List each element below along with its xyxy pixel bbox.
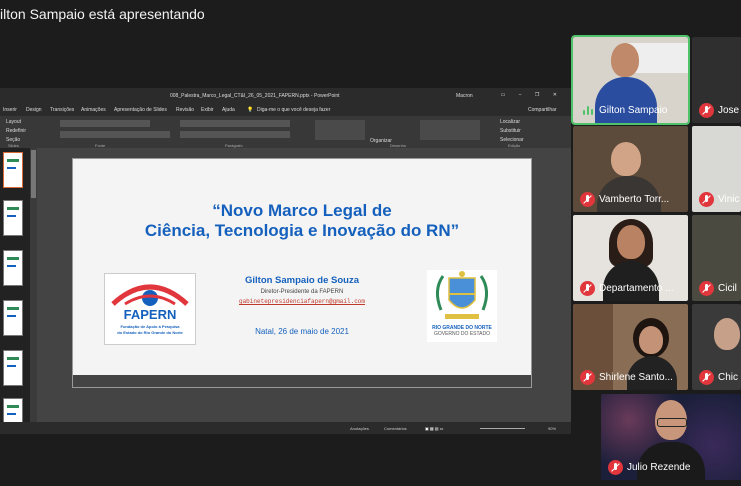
font-format-row[interactable] xyxy=(60,131,170,138)
slide-thumb[interactable] xyxy=(3,152,23,188)
participant-tile[interactable]: Departamento ... xyxy=(573,215,688,301)
shape-styles[interactable] xyxy=(420,120,480,140)
slide-bottom-band xyxy=(73,375,531,387)
participant-tile[interactable]: Vinic xyxy=(692,126,741,212)
participant-name: Julio Rezende xyxy=(627,462,691,473)
window-controls[interactable]: ▭ – ❐ ✕ xyxy=(501,92,563,98)
lightbulb-icon: 💡 xyxy=(247,107,254,113)
participant-name: Gilton Sampaio xyxy=(599,105,668,116)
ppt-titlebar: 008_Palestra_Marco_Legal_CT&I_26_05_2021… xyxy=(0,88,571,103)
find-button[interactable]: Localizar xyxy=(500,119,520,125)
participant-name: Departamento ... xyxy=(599,283,674,294)
notes-button[interactable]: Anotações xyxy=(350,426,369,431)
menu-item[interactable]: Design xyxy=(26,107,42,113)
participant-face xyxy=(611,142,641,176)
participant-name: Vinic xyxy=(718,194,740,205)
mic-muted-icon xyxy=(580,192,595,207)
participant-face xyxy=(611,43,639,77)
share-button[interactable]: Compartilhar xyxy=(528,107,557,113)
participant-tile[interactable]: Cicil xyxy=(692,215,741,301)
participant-tile[interactable]: Chic xyxy=(692,304,741,390)
menu-item[interactable]: Exibir xyxy=(201,107,214,113)
slide-thumbnails[interactable] xyxy=(0,148,30,434)
ppt-statusbar: Anotações Comentários ▣ ▦ ▤ ▭ 90% xyxy=(0,422,571,434)
mic-muted-icon xyxy=(608,460,623,475)
coat-of-arms-icon xyxy=(436,271,488,319)
menu-item[interactable]: Revisão xyxy=(176,107,194,113)
paragraph-row[interactable] xyxy=(180,120,290,127)
slide-thumb[interactable] xyxy=(3,250,23,286)
participant-body xyxy=(595,77,657,123)
rn-coat-of-arms: RIO GRANDE DO NORTE GOVERNO DO ESTADO xyxy=(427,270,497,342)
participant-name: Chic xyxy=(718,372,739,383)
comments-button[interactable]: Comentários xyxy=(384,426,407,431)
ppt-menubar: Inserir Design Transições Animações Apre… xyxy=(0,103,571,116)
mic-muted-icon xyxy=(699,281,714,296)
participant-tile[interactable]: Jose xyxy=(692,37,741,123)
participant-tile[interactable]: Gilton Sampaio xyxy=(571,35,690,125)
ppt-window-title: 008_Palestra_Marco_Legal_CT&I_26_05_2021… xyxy=(170,93,340,99)
search-hint[interactable]: Diga-me o que você deseja fazer xyxy=(257,107,330,113)
mic-muted-icon xyxy=(580,370,595,385)
layout-button[interactable]: Layout xyxy=(6,119,21,125)
menu-item[interactable]: Animações xyxy=(81,107,106,113)
presenting-banner: ilton Sampaio está apresentando xyxy=(0,6,205,22)
participant-name: Vamberto Torr... xyxy=(599,194,670,205)
slide-thumb[interactable] xyxy=(3,300,23,336)
rn-label: RIO GRANDE DO NORTE GOVERNO DO ESTADO xyxy=(432,325,492,337)
menu-item[interactable]: Transições xyxy=(50,107,74,113)
zoom-slider[interactable] xyxy=(480,428,525,429)
mic-muted-icon xyxy=(699,370,714,385)
slide-title-line2: Ciência, Tecnologia e Inovação do RN” xyxy=(144,221,460,240)
replace-button[interactable]: Substituir xyxy=(500,128,521,134)
mic-muted-icon xyxy=(699,103,714,118)
view-buttons[interactable]: ▣ ▦ ▤ ▭ xyxy=(425,426,443,431)
slide[interactable]: “Novo Marco Legal de Ciência, Tecnologia… xyxy=(72,158,532,388)
ppt-user: Macron xyxy=(456,93,473,99)
slide-thumb[interactable] xyxy=(3,200,23,236)
zoom-level: 90% xyxy=(548,426,557,431)
participant-tile[interactable]: Shirlene Santo... xyxy=(573,304,688,390)
slide-title-line1: “Novo Marco Legal de xyxy=(212,201,392,220)
shapes-gallery[interactable] xyxy=(315,120,365,140)
font-name-box[interactable] xyxy=(60,120,150,127)
participant-tile[interactable]: Julio Rezende xyxy=(601,394,741,480)
participant-face xyxy=(639,326,663,354)
reset-button[interactable]: Redefinir xyxy=(6,128,26,134)
mic-muted-icon xyxy=(699,192,714,207)
participant-body xyxy=(603,261,659,301)
participant-face xyxy=(714,318,740,350)
thumbs-scrollbar[interactable] xyxy=(30,148,37,422)
menu-item[interactable]: Inserir xyxy=(3,107,17,113)
mic-on-icon xyxy=(583,106,595,115)
fapern-name: FAPERN xyxy=(123,307,177,322)
participant-name: Jose xyxy=(718,105,740,116)
slide-canvas: “Novo Marco Legal de Ciência, Tecnologia… xyxy=(37,148,571,422)
menu-item[interactable]: Apresentação de Slides xyxy=(114,107,167,113)
participant-name: Shirlene Santo... xyxy=(599,372,673,383)
participant-name: Cicil xyxy=(718,283,737,294)
slide-thumb[interactable] xyxy=(3,350,23,386)
glasses-icon xyxy=(657,418,687,427)
participant-tile[interactable]: Vamberto Torr... xyxy=(573,126,688,212)
menu-item[interactable]: Ajuda xyxy=(222,107,235,113)
align-row[interactable] xyxy=(180,131,290,138)
mic-muted-icon xyxy=(580,281,595,296)
shared-screen[interactable]: 008_Palestra_Marco_Legal_CT&I_26_05_2021… xyxy=(0,88,571,434)
